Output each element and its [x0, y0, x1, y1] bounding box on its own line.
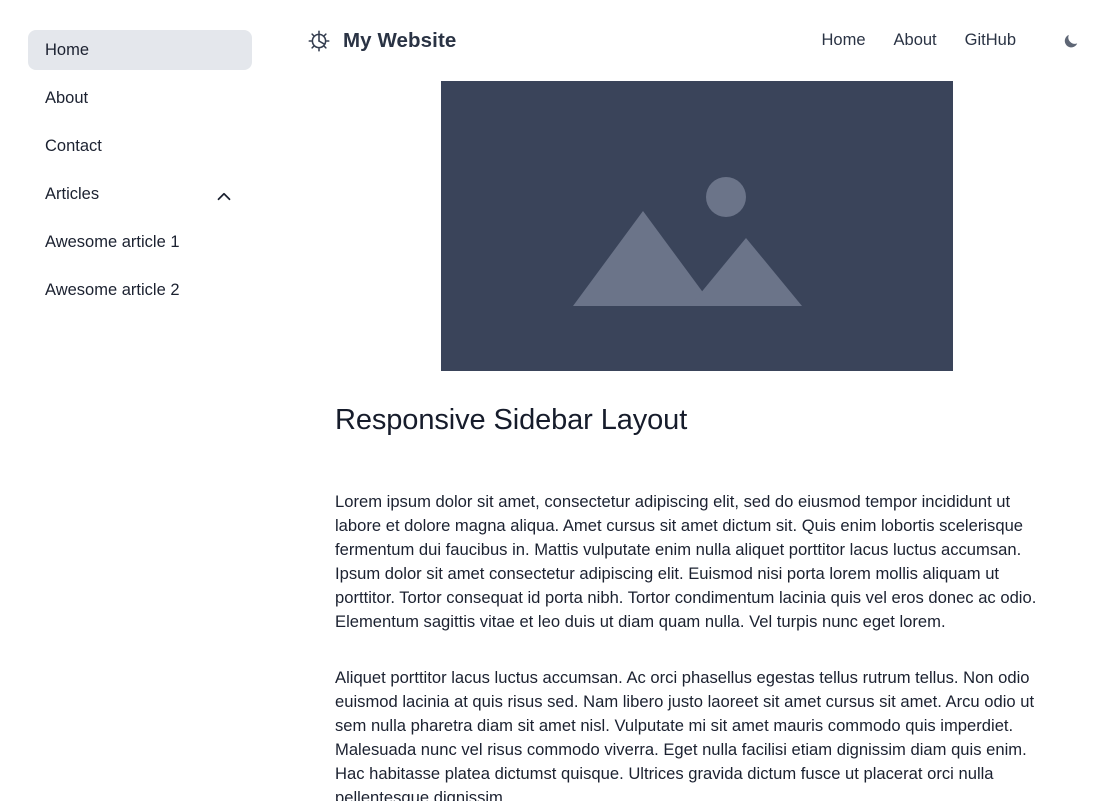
sidebar-item-awesome-article-1[interactable]: Awesome article 1	[28, 222, 252, 262]
article-paragraph: Aliquet porttitor lacus luctus accumsan.…	[335, 668, 1035, 801]
sidebar-item-awesome-article-2[interactable]: Awesome article 2	[28, 270, 252, 310]
gear-icon	[308, 30, 330, 52]
header-link-about[interactable]: About	[880, 25, 951, 56]
moon-icon	[1062, 32, 1080, 50]
sidebar-item-label: Awesome article 1	[45, 233, 180, 251]
main-content: Responsive Sidebar Layout Lorem ipsum do…	[280, 81, 1106, 801]
header-link-home[interactable]: Home	[808, 25, 880, 56]
article-paragraph: Lorem ipsum dolor sit amet, consectetur …	[335, 492, 1037, 631]
sidebar-item-home[interactable]: Home	[28, 30, 252, 70]
sidebar-group-articles[interactable]: Articles	[28, 174, 252, 214]
sidebar-group-label: Articles	[45, 185, 100, 203]
header-link-github[interactable]: GitHub	[951, 25, 1030, 56]
hero-image-placeholder	[441, 81, 953, 371]
sidebar-item-contact[interactable]: Contact	[28, 126, 252, 166]
brand[interactable]: My Website	[308, 29, 456, 53]
sidebar-item-label: Home	[45, 41, 90, 59]
brand-title: My Website	[343, 28, 457, 52]
header-nav: Home About GitHub	[808, 25, 1089, 56]
page-root: Home About Contact Articles Awesome arti…	[0, 0, 1106, 801]
chevron-up-icon[interactable]	[213, 183, 235, 205]
image-placeholder-icon	[441, 81, 953, 371]
sidebar-item-label: Contact	[45, 137, 102, 155]
sidebar-item-about[interactable]: About	[28, 78, 252, 118]
page-title: Responsive Sidebar Layout	[335, 404, 688, 436]
sidebar-item-label: About	[45, 89, 89, 107]
sidebar-item-label: Awesome article 2	[45, 281, 180, 299]
site-header: My Website Home About GitHub	[280, 0, 1106, 81]
sidebar: Home About Contact Articles Awesome arti…	[0, 0, 280, 801]
theme-toggle-button[interactable]	[1058, 28, 1084, 54]
